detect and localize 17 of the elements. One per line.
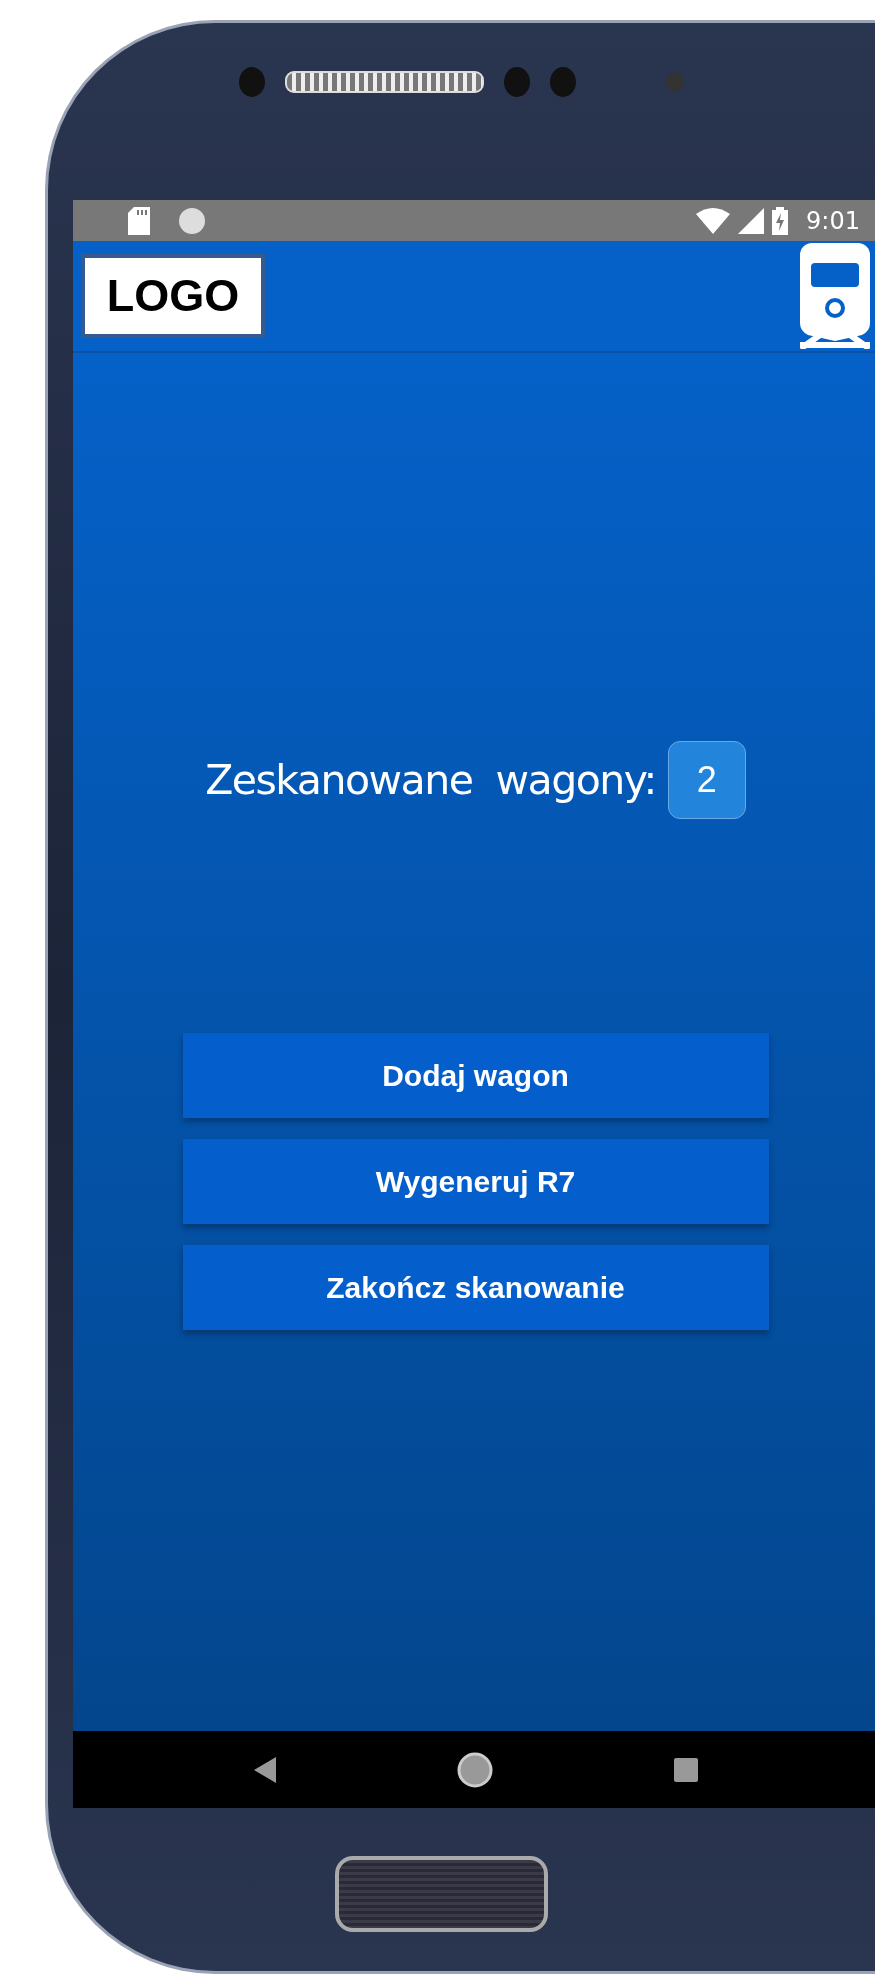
hardware-home-button[interactable] — [335, 1856, 548, 1932]
action-button[interactable]: Wygeneruj R7 — [182, 1139, 769, 1224]
camera-icon — [239, 66, 265, 97]
logo: LOGO — [81, 254, 265, 338]
front-camera-icon — [666, 71, 684, 92]
recents-icon[interactable] — [673, 1757, 698, 1782]
signal-icon — [738, 207, 765, 234]
sd-card-icon — [128, 206, 150, 235]
clock-time: 9:01 — [806, 206, 860, 235]
battery-icon — [772, 206, 789, 235]
action-button[interactable]: Zakończ skanowanie — [182, 1245, 769, 1330]
wifi-icon — [696, 207, 731, 234]
home-icon[interactable] — [456, 1751, 493, 1788]
count-badge: 2 — [667, 741, 746, 819]
action-button[interactable]: Dodaj wagon — [182, 1033, 769, 1118]
back-icon[interactable] — [253, 1756, 276, 1783]
scanned-count-label: Zeskanowane wagony: — [205, 756, 656, 804]
